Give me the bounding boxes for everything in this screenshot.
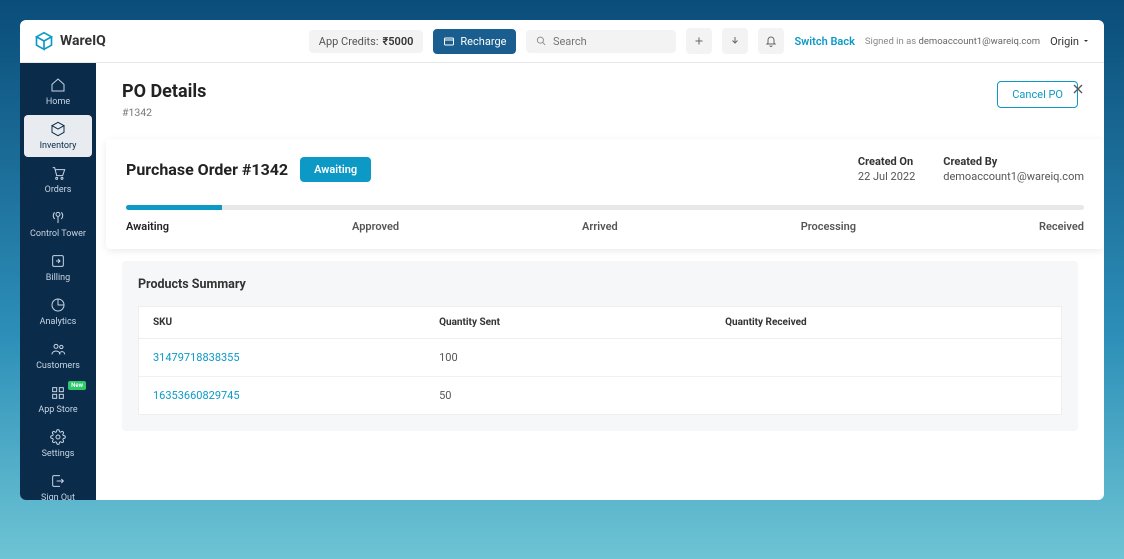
products-summary-title: Products Summary [138,277,1062,292]
sidebar-item-label: Orders [45,185,72,195]
step-processing: Processing [801,220,856,233]
users-icon [50,341,66,357]
add-button[interactable] [686,28,712,54]
credits-value: ₹5000 [383,35,414,48]
sidebar-item-label: Analytics [40,317,77,327]
sidebar-item-label: Customers [36,361,80,371]
wallet-icon [443,35,455,47]
sidebar-item-label: Control Tower [30,229,86,239]
table-row: 31479718838355 100 [139,339,1061,377]
signout-icon [50,473,66,489]
sidebar-item-customers[interactable]: Customers [24,335,92,377]
created-by-block: Created By demoaccount1@wareiq.com [943,155,1084,183]
table-header: SKU Quantity Sent Quantity Received [139,307,1061,339]
home-icon [50,77,66,93]
created-by-value: demoaccount1@wareiq.com [943,170,1084,183]
close-button[interactable] [1070,81,1086,101]
products-table: SKU Quantity Sent Quantity Received 3147… [138,306,1062,415]
brand-logo[interactable]: WareIQ [34,31,106,51]
created-on-value: 22 Jul 2022 [858,170,915,183]
chart-icon [50,297,66,313]
table-row: 16353660829745 50 [139,377,1061,414]
sku-link[interactable]: 16353660829745 [153,389,240,402]
origin-label: Origin [1050,35,1079,48]
po-summary-card: Purchase Order #1342 Awaiting Created On… [106,139,1104,249]
sidebar-item-inventory[interactable]: Inventory [24,115,92,157]
sidebar-item-billing[interactable]: Billing [24,247,92,289]
sidebar-item-home[interactable]: Home [24,71,92,113]
sidebar-item-app-store[interactable]: New App Store [24,379,92,421]
recharge-label: Recharge [460,35,506,48]
col-sku-header: SKU [153,317,439,328]
sku-link[interactable]: 31479718838355 [153,351,240,364]
progress-fill [126,205,222,210]
sidebar-item-sign-out[interactable]: Sign Out [24,467,92,500]
sidebar-item-orders[interactable]: Orders [24,159,92,201]
switch-back-link[interactable]: Switch Back [794,35,854,48]
search-input-wrap[interactable] [526,30,676,53]
qty-sent-cell: 100 [439,351,725,364]
created-on-block: Created On 22 Jul 2022 [858,155,915,183]
sidebar-item-label: Inventory [40,141,77,151]
products-summary-card: Products Summary SKU Quantity Sent Quant… [122,261,1078,431]
qty-received-cell [725,351,1047,364]
cart-icon [50,165,66,181]
page-subtitle: #1342 [122,106,206,119]
created-on-label: Created On [858,155,915,168]
close-icon [1070,81,1086,97]
apps-icon [50,385,66,401]
sidebar: Home Inventory Orders Control Tower Bill… [20,63,96,500]
notifications-button[interactable] [758,28,784,54]
signed-in-text: Signed in as demoaccount1@wareiq.com [865,36,1040,47]
sidebar-item-control-tower[interactable]: Control Tower [24,203,92,245]
brand-text: WareIQ [60,33,106,49]
chevron-down-icon [1082,37,1090,45]
plus-icon [693,35,705,47]
download-button[interactable] [722,28,748,54]
cube-icon [34,31,54,51]
progress-bar [126,205,1084,210]
created-by-label: Created By [943,155,1084,168]
sidebar-item-analytics[interactable]: Analytics [24,291,92,333]
sidebar-item-settings[interactable]: Settings [24,423,92,465]
page-title: PO Details [122,81,206,102]
signed-in-email: demoaccount1@wareiq.com [919,36,1041,47]
sidebar-item-label: Billing [46,273,70,283]
signed-in-prefix: Signed in as [865,36,916,47]
progress-tracker: Awaiting Approved Arrived Processing Rec… [126,205,1084,233]
app-credits-chip: App Credits: ₹5000 [309,30,424,53]
sidebar-item-label: App Store [38,405,77,415]
step-received: Received [1039,220,1084,233]
qty-received-cell [725,389,1047,402]
sidebar-item-label: Sign Out [41,493,75,500]
box-icon [50,121,66,137]
col-sent-header: Quantity Sent [439,317,725,328]
tower-icon [50,209,66,225]
bell-icon [765,35,777,47]
cancel-po-button[interactable]: Cancel PO [997,81,1078,108]
qty-sent-cell: 50 [439,389,725,402]
po-status-badge: Awaiting [300,157,371,182]
step-approved: Approved [352,220,399,233]
search-input[interactable] [553,35,667,48]
arrow-square-icon [50,253,66,269]
origin-dropdown[interactable]: Origin [1050,35,1090,48]
gear-icon [50,429,66,445]
step-awaiting: Awaiting [126,220,169,233]
col-received-header: Quantity Received [725,317,1047,328]
step-arrived: Arrived [582,220,618,233]
new-badge: New [68,381,86,390]
download-icon [729,35,741,47]
main-content: PO Details #1342 Cancel PO Purchase Orde… [96,63,1104,500]
topbar: WareIQ App Credits: ₹5000 Recharge Switc… [20,20,1104,63]
po-title: Purchase Order #1342 [126,160,288,179]
search-icon [536,35,546,47]
recharge-button[interactable]: Recharge [433,29,516,54]
sidebar-item-label: Home [46,97,70,107]
sidebar-item-label: Settings [42,449,75,459]
credits-label: App Credits: [319,35,379,48]
